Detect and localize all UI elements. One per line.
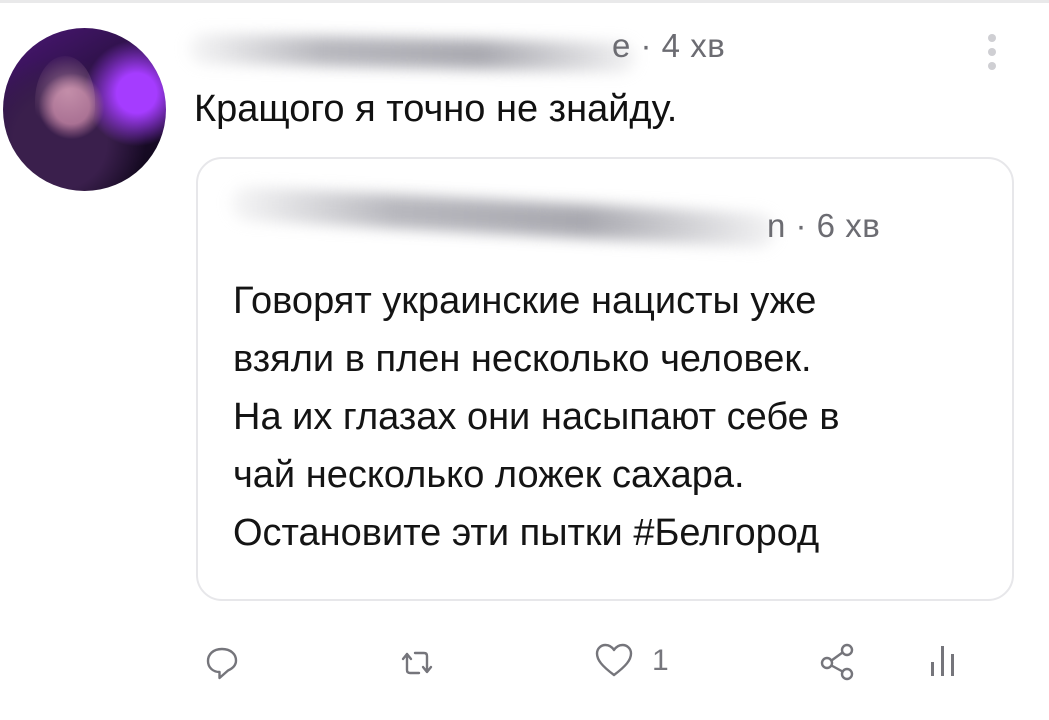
top-divider xyxy=(0,0,1049,3)
stats-button[interactable] xyxy=(926,640,962,680)
more-options-icon[interactable] xyxy=(986,34,998,70)
heart-icon xyxy=(595,643,633,677)
avatar[interactable] xyxy=(3,28,166,191)
retweet-icon xyxy=(401,651,433,675)
quoted-tweet-text: Говорят украинские нацисты уже взяли в п… xyxy=(233,272,840,562)
tweet-timestamp: e · 4 хв xyxy=(612,27,726,64)
redacted-author-name xyxy=(187,33,637,73)
share-button[interactable] xyxy=(818,641,858,681)
like-count: 1 xyxy=(652,644,669,677)
share-icon xyxy=(820,643,854,681)
stats-icon xyxy=(931,646,954,676)
quoted-tweet-line: Остановите эти пытки #Белгород xyxy=(233,512,820,554)
reply-button[interactable] xyxy=(204,645,240,681)
quoted-tweet-line: взяли в плен несколько человек. xyxy=(233,338,812,380)
quoted-tweet-line: Говорят украинские нацисты уже xyxy=(233,280,817,322)
quoted-tweet-line: На их глазах они насыпают себе в xyxy=(233,396,840,438)
retweet-button[interactable] xyxy=(397,645,437,681)
reply-bubble-icon xyxy=(206,647,238,680)
quoted-tweet-timestamp: n · 6 хв xyxy=(767,207,881,244)
quoted-tweet-line: чай несколько ложек сахара. xyxy=(233,454,745,496)
like-button[interactable]: 1 xyxy=(594,641,669,681)
tweet-text: Кращого я точно не знайду. xyxy=(194,88,678,130)
